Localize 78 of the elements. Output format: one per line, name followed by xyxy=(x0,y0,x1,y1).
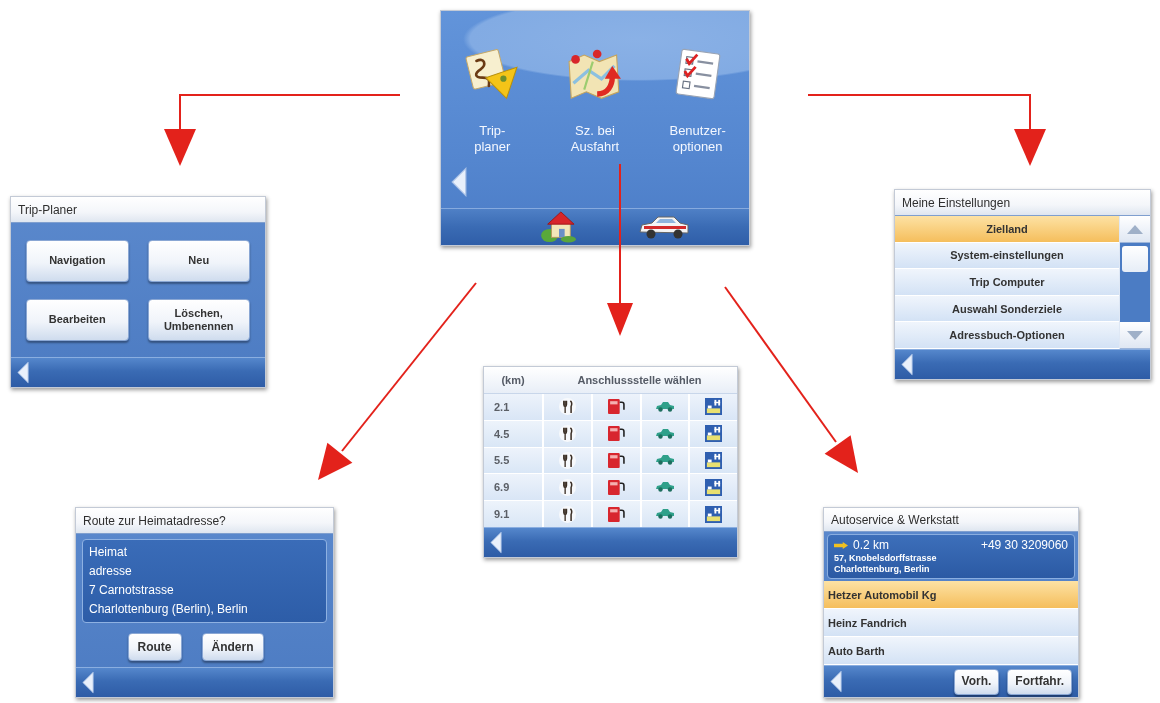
bed-icon xyxy=(705,452,723,469)
phone-text: +49 30 3209060 xyxy=(980,537,1068,553)
car-icon xyxy=(655,428,674,439)
action-button[interactable]: Route xyxy=(127,633,182,661)
arrow-right-icon xyxy=(834,541,848,549)
fuel-pump-icon xyxy=(607,452,625,469)
list-item[interactable]: Auto Barth xyxy=(824,637,1078,665)
back-arrow-icon[interactable] xyxy=(901,353,913,376)
menu-button[interactable]: Benutzer- optionen xyxy=(646,47,749,155)
car-icon xyxy=(655,482,674,493)
back-arrow-icon[interactable] xyxy=(451,166,467,197)
city-text: Charlottenburg, Berlin xyxy=(834,564,931,575)
menu-button[interactable]: Neu xyxy=(147,239,250,282)
table-cell: 4.5 xyxy=(484,420,542,447)
menu-button[interactable]: Löschen, Umbenennen xyxy=(147,298,250,341)
caret-down-icon xyxy=(1127,330,1143,340)
list-item[interactable]: Adressbuch-Optionen xyxy=(895,322,1119,349)
table-cell: 5.5 xyxy=(484,447,542,474)
car-icon xyxy=(655,509,674,520)
title-bar: Meine Einstellungen xyxy=(895,190,1150,216)
route-paper-icon xyxy=(465,47,520,101)
back-arrow-icon[interactable] xyxy=(830,670,842,693)
menu-button[interactable]: Trip- planer xyxy=(441,47,544,155)
column-header: (km) xyxy=(500,373,526,388)
address-line: Charlottenburg (Berlin), Berlin xyxy=(89,601,249,618)
table-cell: 9.1 xyxy=(484,501,542,527)
fuel-pump-icon xyxy=(607,398,625,416)
list-item[interactable]: Auswahl Sonderziele xyxy=(895,295,1119,323)
list-item[interactable]: Trip Computer xyxy=(895,269,1119,296)
back-arrow-icon[interactable] xyxy=(82,671,94,694)
fuel-pump-icon xyxy=(607,478,625,496)
back-arrow-icon[interactable] xyxy=(490,531,502,554)
bed-icon xyxy=(705,398,723,416)
list-item[interactable]: System-einstellungen xyxy=(895,242,1119,270)
action-button[interactable]: Fortfahr. xyxy=(1007,668,1072,695)
car-icon xyxy=(655,455,674,466)
fork-knife-icon xyxy=(558,452,576,469)
house-icon[interactable] xyxy=(541,211,577,243)
fork-knife-icon xyxy=(558,425,576,443)
table-cell: 2.1 xyxy=(484,394,542,420)
fuel-pump-icon xyxy=(607,425,625,443)
bed-icon xyxy=(705,425,723,443)
title-bar: Route zur Heimatadresse? xyxy=(76,508,333,534)
scrollbar[interactable] xyxy=(1119,216,1150,349)
car-icon[interactable] xyxy=(639,215,689,239)
title-bar: Trip-Planer xyxy=(11,197,265,223)
column-header: Anschlussstelle wählen xyxy=(576,373,703,388)
bed-icon xyxy=(705,478,723,496)
list-item[interactable]: Heinz Fandrich xyxy=(824,609,1078,637)
distance-text: 0.2 km xyxy=(853,537,889,553)
fork-knife-icon xyxy=(558,478,576,496)
table-cell: 6.9 xyxy=(484,474,542,501)
address-line: 7 Carnotstrasse xyxy=(89,582,175,599)
caret-up-icon xyxy=(1127,224,1143,234)
scroll-thumb[interactable] xyxy=(1122,246,1148,272)
list-item[interactable]: Hetzer Automobil Kg xyxy=(824,581,1078,609)
back-arrow-icon[interactable] xyxy=(17,361,29,384)
exit-row[interactable]: 9.1 xyxy=(484,501,737,527)
exit-row[interactable]: 5.5 xyxy=(484,447,737,474)
menu-button[interactable]: Bearbeiten xyxy=(26,298,129,341)
street-text: 57, Knobelsdorffstrasse xyxy=(834,553,938,564)
map-pins-icon xyxy=(568,47,622,101)
address-line: Heimat xyxy=(89,544,128,561)
car-icon xyxy=(655,401,674,412)
fork-knife-icon xyxy=(558,398,576,416)
address-line: adresse xyxy=(89,563,133,580)
exit-row[interactable]: 6.9 xyxy=(484,474,737,501)
exit-row[interactable]: 4.5 xyxy=(484,420,737,447)
title-bar: Autoservice & Werkstatt xyxy=(824,508,1078,532)
menu-button[interactable]: Navigation xyxy=(26,239,129,282)
list-item[interactable]: Zielland xyxy=(895,216,1119,243)
fork-knife-icon xyxy=(558,505,576,523)
bed-icon xyxy=(705,505,723,523)
menu-button[interactable]: Sz. bei Ausfahrt xyxy=(543,47,647,155)
action-button[interactable]: Vorh. xyxy=(953,668,1000,695)
fuel-pump-icon xyxy=(607,505,625,523)
exit-row[interactable]: 2.1 xyxy=(484,394,737,420)
action-button[interactable]: Ändern xyxy=(201,633,264,661)
